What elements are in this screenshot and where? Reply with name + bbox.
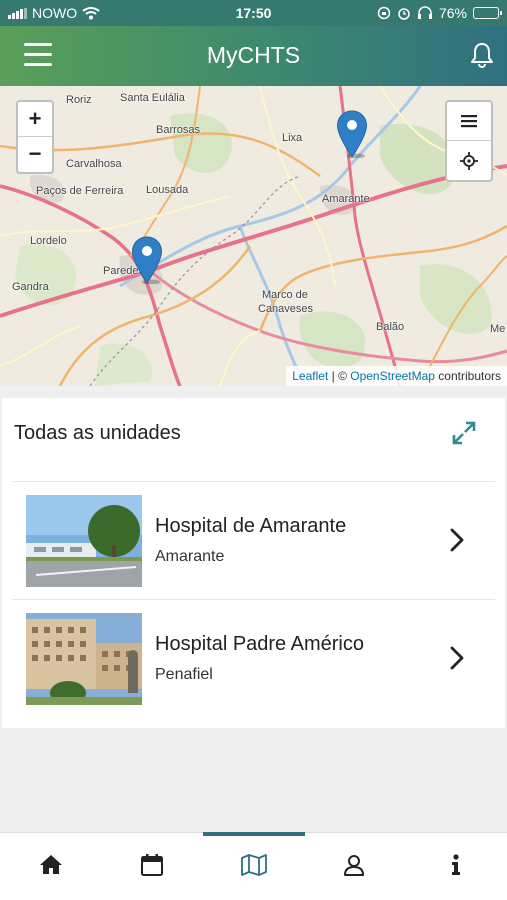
map-view[interactable]: Roriz Santa Eulália Barrosas Carvalhosa … (0, 86, 507, 386)
place-label: Lixa (282, 132, 303, 144)
active-tab-indicator (203, 832, 305, 836)
place-label: Balão (376, 321, 405, 333)
alarm-icon (398, 8, 410, 20)
app-header: MyCHTS (0, 26, 507, 86)
map-marker-amarante[interactable] (336, 110, 368, 158)
place-label: Lordelo (30, 235, 67, 247)
calendar-icon (141, 854, 163, 876)
info-icon (452, 854, 460, 875)
place-label: Marco de (262, 289, 308, 301)
place-label: Carvalhosa (66, 158, 122, 170)
zoom-out-button[interactable]: − (18, 137, 52, 172)
chevron-right-icon (450, 528, 464, 552)
map-tiles (0, 86, 507, 386)
place-label: Amarante (322, 193, 370, 205)
card-title: Todas as unidades (14, 422, 181, 444)
attribution-separator: | © (328, 369, 351, 383)
unit-city: Amarante (155, 548, 225, 565)
nav-home[interactable] (31, 853, 71, 885)
units-card: Todas as unidades Hospital de Amarante A… (2, 398, 505, 728)
leaflet-link[interactable]: Leaflet (292, 369, 328, 383)
place-label: Barrosas (156, 124, 201, 136)
map-tools-control (445, 100, 493, 182)
app-title: MyCHTS (206, 42, 301, 68)
place-label: Paços de Ferreira (36, 185, 124, 197)
zoom-control: + − (16, 100, 54, 174)
layers-list-button[interactable] (447, 102, 491, 141)
nav-map[interactable] (234, 853, 274, 885)
user-icon (344, 855, 364, 876)
nav-profile[interactable] (334, 853, 374, 885)
nav-info[interactable] (436, 853, 476, 885)
unit-list-item[interactable]: Hospital de Amarante Amarante (2, 482, 505, 599)
place-label: Canaveses (258, 303, 314, 315)
unit-list-item[interactable]: Hospital Padre Américo Penafiel (2, 600, 505, 717)
battery-icon (473, 7, 502, 19)
locate-button[interactable] (447, 141, 491, 180)
hospital-amarante-photo (26, 495, 142, 587)
unit-name: Hospital Padre Américo (155, 633, 364, 655)
place-label: Roriz (66, 94, 92, 106)
place-label: Me (490, 323, 506, 335)
bell-icon[interactable] (467, 40, 497, 70)
headphones-icon (417, 6, 432, 19)
list-icon (461, 115, 477, 128)
rotation-lock-icon (377, 6, 391, 20)
unit-name: Hospital de Amarante (155, 515, 347, 537)
unit-city: Penafiel (155, 666, 213, 683)
map-attribution: Leaflet | © OpenStreetMap contributors (286, 366, 507, 386)
map-icon (241, 854, 267, 876)
nav-calendar[interactable] (132, 853, 172, 885)
chevron-right-icon (450, 646, 464, 670)
bottom-navigation (0, 832, 507, 900)
place-label: Lousada (146, 184, 189, 196)
hospital-padre-americo-photo (26, 613, 142, 705)
osm-link[interactable]: OpenStreetMap (350, 369, 435, 383)
home-icon (40, 855, 62, 874)
expand-arrows-icon[interactable] (451, 420, 477, 446)
status-bar: NOWO 17:50 76% (0, 0, 507, 26)
place-label: Santa Eulália (120, 92, 185, 104)
place-label: Gandra (12, 281, 49, 293)
zoom-in-button[interactable]: + (18, 102, 52, 137)
map-marker-penafiel[interactable] (131, 236, 163, 284)
battery-percent: 76% (438, 5, 467, 21)
crosshair-icon (460, 151, 478, 170)
attribution-contributors: contributors (434, 369, 501, 383)
